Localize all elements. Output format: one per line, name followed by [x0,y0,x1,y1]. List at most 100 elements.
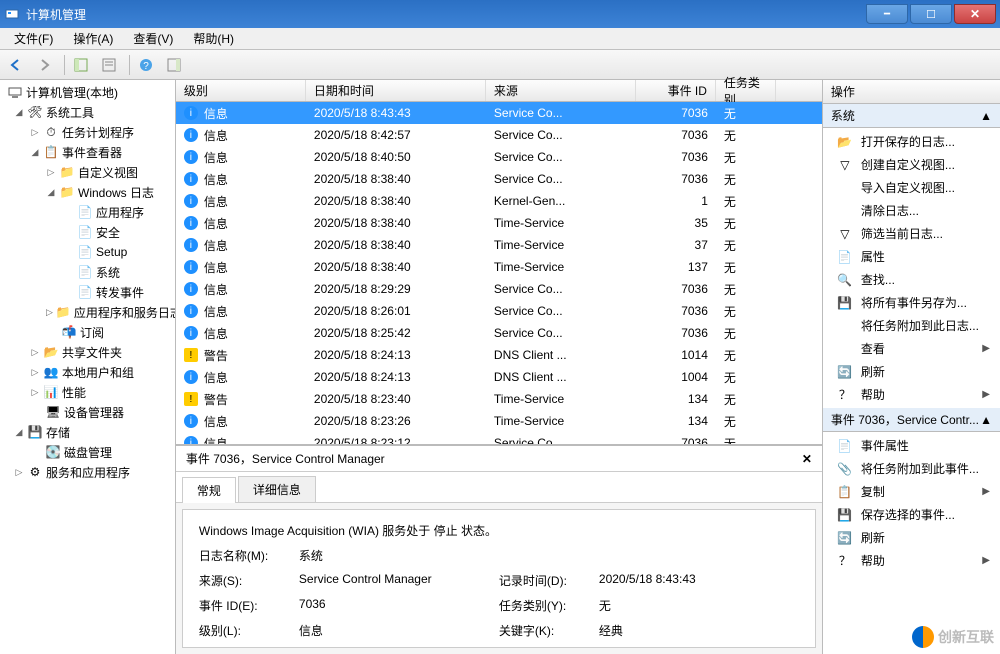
action-pane-button[interactable] [162,53,186,77]
tree-app-service-logs[interactable]: ▷📁应用程序和服务日志 [2,302,173,322]
action-find[interactable]: 🔍查找... [823,268,1000,291]
tree-label: 系统工具 [46,104,94,121]
event-row[interactable]: 信息2020/5/18 8:38:40Time-Service137无 [176,256,822,278]
event-row[interactable]: 信息2020/5/18 8:23:12Service Co...7036无 [176,432,822,444]
col-level[interactable]: 级别 [176,80,306,101]
show-hide-tree-button[interactable] [69,53,93,77]
tree-pane[interactable]: 计算机管理(本地) ◢🛠系统工具 ▷⏱任务计划程序 ◢📋事件查看器 ▷📁自定义视… [0,80,176,654]
tree-custom-views[interactable]: ▷📁自定义视图 [2,162,173,182]
tree-label: 安全 [96,224,120,241]
tree-performance[interactable]: ▷📊性能 [2,382,173,402]
action-open-saved[interactable]: 📂打开保存的日志... [823,130,1000,153]
event-table-body[interactable]: 信息2020/5/18 8:43:43Service Co...7036无信息2… [176,102,822,444]
action-help[interactable]: ？帮助▶ [823,383,1000,406]
event-row[interactable]: 信息2020/5/18 8:23:26Time-Service134无 [176,410,822,432]
tree-system-tools[interactable]: ◢🛠系统工具 [2,102,173,122]
action-attach-event-task[interactable]: 📎将任务附加到此事件... [823,457,1000,480]
action-attach-task[interactable]: 将任务附加到此日志... [823,314,1000,337]
actions-section-event[interactable]: 事件 7036，Service Contr...▲ [823,408,1000,432]
expand-icon[interactable]: ▷ [30,367,40,378]
expand-icon[interactable]: ▷ [14,467,24,478]
event-category: 无 [716,281,776,298]
event-row[interactable]: 信息2020/5/18 8:40:50Service Co...7036无 [176,146,822,168]
col-eventid[interactable]: 事件 ID [636,80,716,101]
tree-system-log[interactable]: 📄系统 [2,262,173,282]
tree-label: 存储 [46,424,70,441]
collapse-icon[interactable]: ◢ [46,187,56,198]
action-refresh2[interactable]: 🔄刷新 [823,526,1000,549]
tree-setup-log[interactable]: 📄Setup [2,242,173,262]
action-import-view[interactable]: 导入自定义视图... [823,176,1000,199]
event-row[interactable]: 信息2020/5/18 8:26:01Service Co...7036无 [176,300,822,322]
tree-local-users[interactable]: ▷👥本地用户和组 [2,362,173,382]
tree-task-scheduler[interactable]: ▷⏱任务计划程序 [2,122,173,142]
event-row[interactable]: 警告2020/5/18 8:24:13DNS Client ...1014无 [176,344,822,366]
tree-disk-management[interactable]: 💽磁盘管理 [2,442,173,462]
properties-button[interactable] [97,53,121,77]
tree-windows-logs[interactable]: ◢📁Windows 日志 [2,182,173,202]
minimize-button[interactable] [866,4,908,24]
action-copy[interactable]: 📋复制▶ [823,480,1000,503]
expand-icon[interactable]: ▷ [30,387,40,398]
tree-subscriptions[interactable]: 📬订阅 [2,322,173,342]
forward-button[interactable] [32,53,56,77]
col-category[interactable]: 任务类别 [716,80,776,101]
tab-details[interactable]: 详细信息 [238,476,316,502]
action-filter-log[interactable]: ▽筛选当前日志... [823,222,1000,245]
back-button[interactable] [4,53,28,77]
tree-label: 自定义视图 [78,164,138,181]
tab-general[interactable]: 常规 [182,477,236,503]
tree-root[interactable]: 计算机管理(本地) [2,82,173,102]
tree-event-viewer[interactable]: ◢📋事件查看器 [2,142,173,162]
collapse-icon[interactable]: ◢ [30,147,40,158]
menu-file[interactable]: 文件(F) [4,28,63,49]
action-help2[interactable]: ？帮助▶ [823,549,1000,572]
help-button[interactable]: ? [134,53,158,77]
action-properties[interactable]: 📄属性 [823,245,1000,268]
actions-section-system[interactable]: 系统▲ [823,104,1000,128]
info-icon [184,216,198,230]
expand-icon[interactable]: ▷ [46,307,53,318]
event-row[interactable]: 信息2020/5/18 8:38:40Time-Service35无 [176,212,822,234]
close-detail-button[interactable]: ✕ [802,452,812,466]
tree-shared-folders[interactable]: ▷📂共享文件夹 [2,342,173,362]
menu-help[interactable]: 帮助(H) [183,28,244,49]
maximize-button[interactable] [910,4,952,24]
event-row[interactable]: 信息2020/5/18 8:38:40Time-Service37无 [176,234,822,256]
event-row[interactable]: 信息2020/5/18 8:43:43Service Co...7036无 [176,102,822,124]
expand-icon[interactable]: ▷ [30,347,40,358]
col-datetime[interactable]: 日期和时间 [306,80,486,101]
collapse-icon[interactable]: ◢ [14,107,24,118]
event-row[interactable]: 警告2020/5/18 8:23:40Time-Service134无 [176,388,822,410]
tree-application-log[interactable]: 📄应用程序 [2,202,173,222]
action-create-view[interactable]: ▽创建自定义视图... [823,153,1000,176]
menu-view[interactable]: 查看(V) [123,28,183,49]
action-refresh[interactable]: 🔄刷新 [823,360,1000,383]
event-row[interactable]: 信息2020/5/18 8:25:42Service Co...7036无 [176,322,822,344]
tree-security-log[interactable]: 📄安全 [2,222,173,242]
event-row[interactable]: 信息2020/5/18 8:24:13DNS Client ...1004无 [176,366,822,388]
col-source[interactable]: 来源 [486,80,636,101]
tree-services-apps[interactable]: ▷⚙服务和应用程序 [2,462,173,482]
close-button[interactable] [954,4,996,24]
tree-forwarded-events[interactable]: 📄转发事件 [2,282,173,302]
folder-icon: 📁 [56,304,71,320]
action-event-properties[interactable]: 📄事件属性 [823,434,1000,457]
event-row[interactable]: 信息2020/5/18 8:38:40Service Co...7036无 [176,168,822,190]
action-clear-log[interactable]: 清除日志... [823,199,1000,222]
menu-action[interactable]: 操作(A) [63,28,123,49]
collapse-icon[interactable]: ◢ [14,427,24,438]
collapse-icon[interactable]: ▲ [980,413,992,427]
expand-icon[interactable]: ▷ [30,127,40,138]
event-table-header: 级别 日期和时间 来源 事件 ID 任务类别 [176,80,822,102]
tree-storage[interactable]: ◢💾存储 [2,422,173,442]
action-view[interactable]: 查看▶ [823,337,1000,360]
event-row[interactable]: 信息2020/5/18 8:29:29Service Co...7036无 [176,278,822,300]
expand-icon[interactable]: ▷ [46,167,56,178]
event-row[interactable]: 信息2020/5/18 8:42:57Service Co...7036无 [176,124,822,146]
tree-device-manager[interactable]: 🖥设备管理器 [2,402,173,422]
event-row[interactable]: 信息2020/5/18 8:38:40Kernel-Gen...1无 [176,190,822,212]
collapse-icon[interactable]: ▲ [980,109,992,123]
action-save-selected[interactable]: 💾保存选择的事件... [823,503,1000,526]
action-save-all[interactable]: 💾将所有事件另存为... [823,291,1000,314]
